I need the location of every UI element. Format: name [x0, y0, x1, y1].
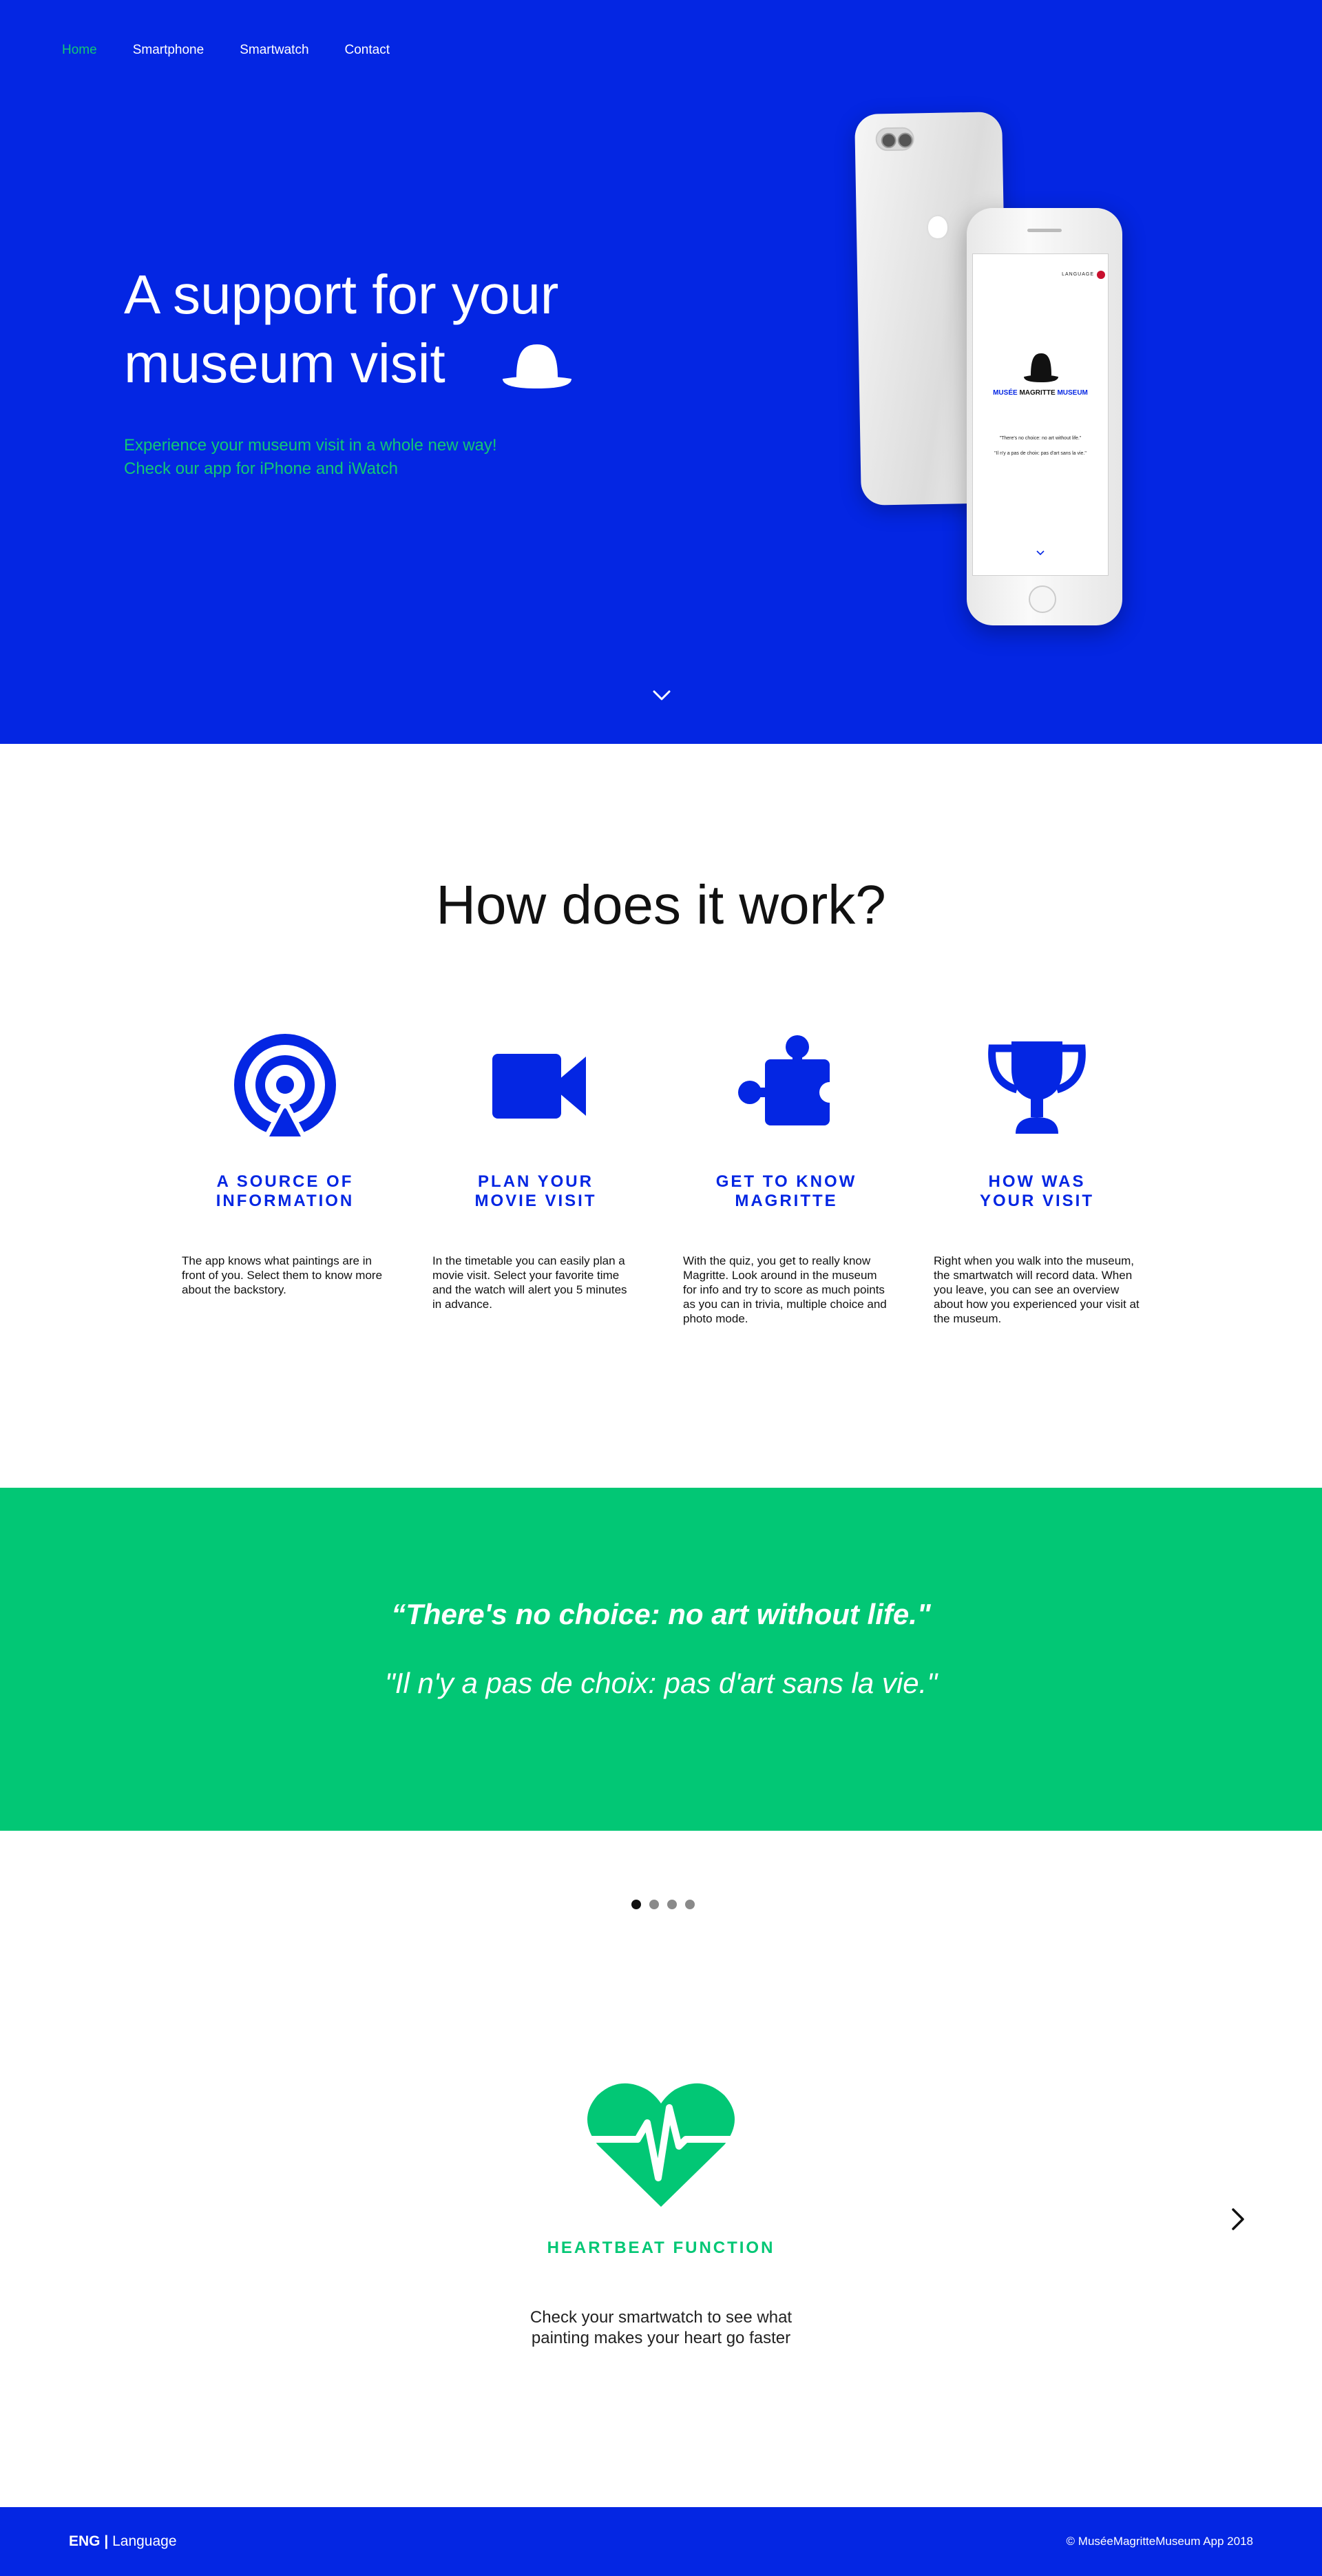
puzzle-icon: [738, 1035, 838, 1125]
phone-home-button: [1029, 585, 1056, 613]
brand-part-3: MUSEUM: [1057, 389, 1088, 397]
hero-subtitle: Experience your museum visit in a whole …: [124, 434, 497, 481]
broadcast-icon: [234, 1034, 336, 1136]
nav-contact[interactable]: Contact: [345, 43, 390, 58]
hero-title-line1: A support for your: [124, 264, 559, 325]
phone-camera: [875, 127, 914, 152]
language-separator: |: [104, 2533, 109, 2549]
bowler-hat-icon: [503, 344, 571, 388]
main-nav: Home Smartphone Smartwatch Contact: [62, 43, 390, 58]
phone-speaker: [1027, 229, 1062, 232]
carousel-dot-2[interactable]: [649, 1900, 659, 1909]
phone-language-label: LANGUAGE: [1062, 272, 1094, 277]
feature-text: With the quiz, you get to really know Ma…: [683, 1254, 887, 1325]
chevron-right-icon[interactable]: [1230, 2207, 1246, 2232]
chevron-down-icon: [1036, 550, 1045, 556]
brand-part-2: MAGRITTE: [1019, 389, 1056, 397]
uk-flag-icon: [1097, 271, 1105, 279]
apple-logo-icon: [927, 216, 948, 239]
quote-french: "Il n'y a pas de choix: pas d'art sans l…: [384, 1667, 938, 1699]
feature-title: A SOURCE OF INFORMATION: [216, 1172, 355, 1210]
chevron-down-icon[interactable]: [651, 687, 672, 704]
phone-quote-fr: "Il n'y a pas de choix: pas d'art sans l…: [994, 451, 1087, 456]
language-code: ENG: [69, 2533, 101, 2549]
carousel-dot-1[interactable]: [631, 1900, 641, 1909]
slide-title: HEARTBEAT FUNCTION: [547, 2239, 775, 2257]
feature-title: GET TO KNOW MAGRITTE: [715, 1172, 857, 1210]
slide-description: Check your smartwatch to see what painti…: [454, 2307, 868, 2349]
heart-pulse-icon: [587, 2083, 735, 2207]
copyright: © MuséeMagritteMuseum App 2018: [1066, 2535, 1253, 2548]
quote-english: “There's no choice: no art without life.…: [391, 1598, 931, 1630]
how-section-title: How does it work?: [436, 874, 886, 935]
footer: ENG | Language © MuséeMagritteMuseum App…: [0, 2507, 1322, 2576]
phone-brand: MUSÉE MAGRITTE MUSEUM: [973, 389, 1108, 397]
nav-smartwatch[interactable]: Smartwatch: [240, 43, 308, 58]
hero-section: Home Smartphone Smartwatch Contact A sup…: [0, 0, 1322, 744]
nav-home[interactable]: Home: [62, 43, 97, 58]
trophy-icon: [988, 1041, 1086, 1134]
nav-smartphone[interactable]: Smartphone: [133, 43, 204, 58]
feature-text: Right when you walk into the museum, the…: [934, 1254, 1140, 1325]
video-camera-icon: [492, 1054, 586, 1119]
feature-title: HOW WAS YOUR VISIT: [979, 1172, 1095, 1210]
language-label: Language: [112, 2533, 177, 2549]
slide-desc-line1: Check your smartwatch to see what: [529, 2308, 793, 2327]
carousel-dot-4[interactable]: [685, 1900, 695, 1909]
brand-part-1: MUSÉE: [993, 389, 1018, 397]
phone-screen: LANGUAGE MUSÉE MAGRITTE MUSEUM "There's …: [972, 253, 1109, 576]
hero-title-line2: museum visit: [124, 333, 445, 394]
feature-title: PLAN YOUR MOVIE VISIT: [474, 1172, 597, 1210]
carousel-dot-3[interactable]: [667, 1900, 677, 1909]
quote-section: “There's no choice: no art without life.…: [0, 1488, 1322, 1831]
phone-quote-en: "There's no choice: no art without life.…: [999, 436, 1082, 441]
feature-text: In the timetable you can easily plan a m…: [432, 1254, 627, 1311]
slide-desc-line2: painting makes your heart go faster: [531, 2329, 791, 2347]
hero-subtitle-line2: Check our app for iPhone and iWatch: [124, 459, 399, 478]
bowler-hat-icon: [1024, 353, 1058, 382]
hero-subtitle-line1: Experience your museum visit in a whole …: [124, 436, 497, 455]
carousel-dots: [631, 1900, 695, 1909]
language-selector[interactable]: ENG | Language: [69, 2533, 177, 2550]
phone-front-mockup: LANGUAGE MUSÉE MAGRITTE MUSEUM "There's …: [967, 208, 1122, 625]
feature-text: The app knows what paintings are in fron…: [182, 1254, 383, 1296]
